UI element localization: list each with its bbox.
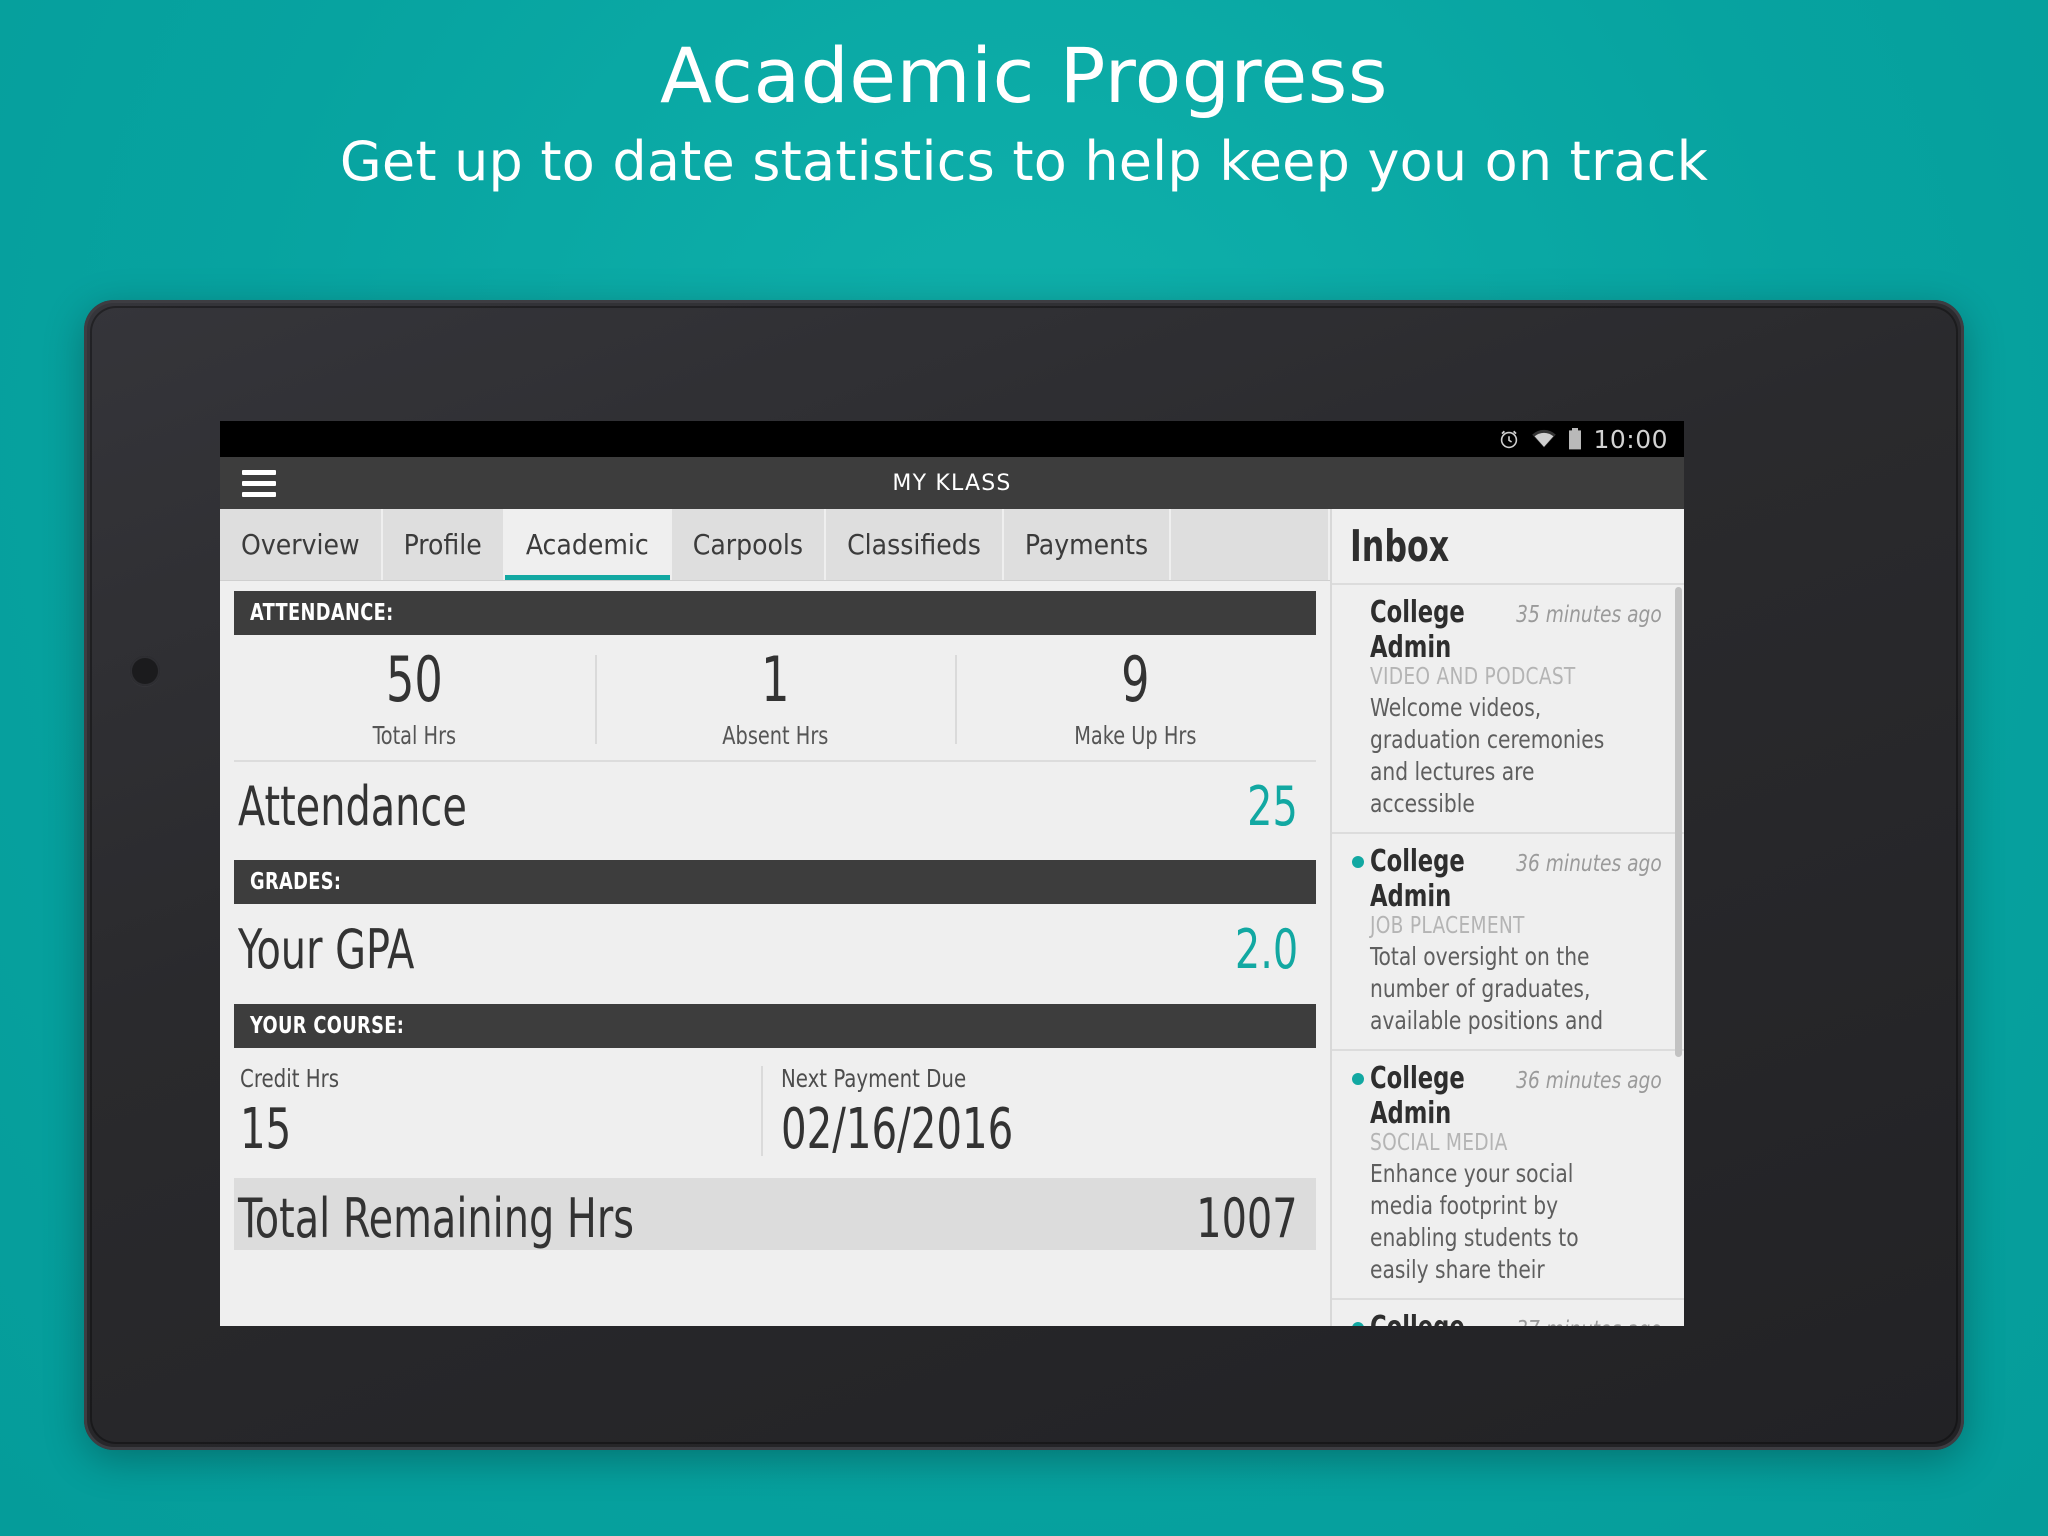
message-sender: College Admin <box>1370 595 1465 665</box>
message-header: College Admin 37 minutes ago <box>1370 1310 1662 1326</box>
message-sender: College Admin <box>1370 844 1465 914</box>
gpa-metric-row: Your GPA 2.0 <box>234 904 1316 994</box>
tab-bar: Overview Profile Academic Carpools Class… <box>220 509 1330 581</box>
stat-label: Absent Hrs <box>721 721 829 750</box>
stat-absent-hrs: 1 Absent Hrs <box>594 643 956 750</box>
detail-value: 15 <box>240 1097 292 1162</box>
attendance-metric-row: Attendance 25 <box>234 760 1316 850</box>
promo-subtitle: Get up to date statistics to help keep y… <box>339 130 1709 193</box>
tab-classifieds[interactable]: Classifieds <box>826 509 1004 580</box>
section-header-label: GRADES: <box>250 869 342 895</box>
academic-pane: Overview Profile Academic Carpools Class… <box>220 509 1330 1326</box>
metric-value: 2.0 <box>1234 917 1298 981</box>
message-preview: Total oversight on the number of graduat… <box>1370 942 1604 1035</box>
front-camera-lens-icon <box>130 656 160 686</box>
inbox-title-bar: Inbox <box>1332 509 1684 583</box>
metric-label: Total Remaining Hrs <box>238 1186 635 1250</box>
list-item[interactable]: College Admin 35 minutes ago VIDEO AND P… <box>1332 583 1684 832</box>
section-header-label: ATTENDANCE: <box>250 600 394 626</box>
tab-bar-filler <box>1171 509 1330 580</box>
stat-makeup-hrs: 9 Make Up Hrs <box>955 649 1316 750</box>
metric-value: 25 <box>1247 774 1298 838</box>
tab-label: Carpools <box>692 528 804 561</box>
metric-label: Attendance <box>238 774 467 838</box>
list-item[interactable]: College Admin 36 minutes ago SOCIAL MEDI… <box>1332 1049 1684 1298</box>
stat-label: Make Up Hrs <box>1074 721 1197 750</box>
detail-label: Next Payment Due <box>781 1064 967 1093</box>
inbox-pane: Inbox College Admin 35 minutes ago VIDEO… <box>1330 509 1684 1326</box>
main-content: Overview Profile Academic Carpools Class… <box>220 509 1684 1326</box>
detail-value: 02/16/2016 <box>781 1097 1014 1162</box>
grades-section-header: GRADES: <box>234 860 1316 904</box>
tab-label: Classifieds <box>847 528 981 561</box>
message-timestamp: 37 minutes ago <box>1516 1317 1662 1326</box>
app-title: MY KLASS <box>892 470 1012 496</box>
detail-label: Credit Hrs <box>240 1064 340 1093</box>
android-status-bar: 10:00 <box>220 421 1684 457</box>
message-timestamp: 36 minutes ago <box>1516 1068 1662 1094</box>
message-category: SOCIAL MEDIA <box>1370 1130 1508 1156</box>
message-timestamp: 36 minutes ago <box>1516 851 1662 877</box>
message-header: College Admin 36 minutes ago <box>1370 844 1662 914</box>
inbox-title: Inbox <box>1350 520 1450 572</box>
message-category: JOB PLACEMENT <box>1370 913 1525 939</box>
tab-payments[interactable]: Payments <box>1004 509 1172 580</box>
section-header-label: YOUR COURSE: <box>250 1013 405 1039</box>
tablet-device-frame: 10:00 MY KLASS Overview Profile Academic… <box>84 300 1964 1450</box>
promo-header: Academic Progress Get up to date statist… <box>0 0 2048 240</box>
tab-profile[interactable]: Profile <box>383 509 505 580</box>
message-preview: Enhance your social media footprint by e… <box>1370 1159 1579 1284</box>
metric-label: Your GPA <box>238 917 415 981</box>
course-details-row: Credit Hrs 15 Next Payment Due 02/16/201… <box>234 1048 1316 1178</box>
message-category: VIDEO AND PODCAST <box>1370 664 1576 690</box>
tab-label: Overview <box>241 528 360 561</box>
stat-value: 9 <box>1121 643 1150 716</box>
tab-academic[interactable]: Academic <box>504 509 672 580</box>
tab-label: Payments <box>1024 528 1149 561</box>
tab-overview[interactable]: Overview <box>220 509 383 580</box>
message-header: College Admin 35 minutes ago <box>1370 595 1662 665</box>
wifi-icon <box>1532 429 1557 448</box>
metric-value: 1007 <box>1196 1186 1298 1250</box>
total-remaining-hrs-row: Total Remaining Hrs 1007 <box>234 1177 1316 1250</box>
course-next-payment-due: Next Payment Due 02/16/2016 <box>761 1064 1316 1162</box>
message-preview: Welcome videos, graduation ceremonies an… <box>1370 693 1605 818</box>
list-item[interactable]: College Admin 37 minutes ago AUGMENTED R… <box>1332 1298 1684 1326</box>
course-section-header: YOUR COURSE: <box>234 1004 1316 1048</box>
tab-label: Profile <box>403 528 482 561</box>
course-credit-hrs: Credit Hrs 15 <box>234 1064 775 1160</box>
unread-dot-icon <box>1352 1073 1364 1085</box>
attendance-section-header: ATTENDANCE: <box>234 591 1316 635</box>
stat-label: Total Hrs <box>372 721 457 750</box>
inbox-message-list[interactable]: College Admin 35 minutes ago VIDEO AND P… <box>1332 583 1684 1326</box>
stat-total-hrs: 50 Total Hrs <box>234 643 595 751</box>
tab-carpools[interactable]: Carpools <box>672 509 827 580</box>
attendance-stats-row: 50 Total Hrs 1 Absent Hrs 9 Make Up Hrs <box>234 635 1316 760</box>
status-bar-clock: 10:00 <box>1593 424 1668 454</box>
promo-title: Academic Progress <box>660 31 1388 120</box>
message-sender: College Admin <box>1370 1061 1465 1131</box>
message-header: College Admin 36 minutes ago <box>1370 1061 1662 1131</box>
alarm-icon <box>1501 430 1518 449</box>
stat-value: 50 <box>385 643 443 716</box>
message-sender: College Admin <box>1370 1310 1479 1326</box>
app-bar: MY KLASS <box>220 457 1684 509</box>
stat-value: 1 <box>760 643 790 716</box>
battery-icon <box>1569 428 1582 450</box>
unread-dot-icon <box>1352 856 1364 868</box>
tablet-screen: 10:00 MY KLASS Overview Profile Academic… <box>220 421 1684 1326</box>
unread-dot-icon <box>1352 1322 1364 1326</box>
tab-label: Academic <box>525 528 649 561</box>
list-item[interactable]: College Admin 36 minutes ago JOB PLACEME… <box>1332 832 1684 1049</box>
inbox-scrollbar[interactable] <box>1675 587 1682 1057</box>
message-timestamp: 35 minutes ago <box>1516 602 1662 628</box>
